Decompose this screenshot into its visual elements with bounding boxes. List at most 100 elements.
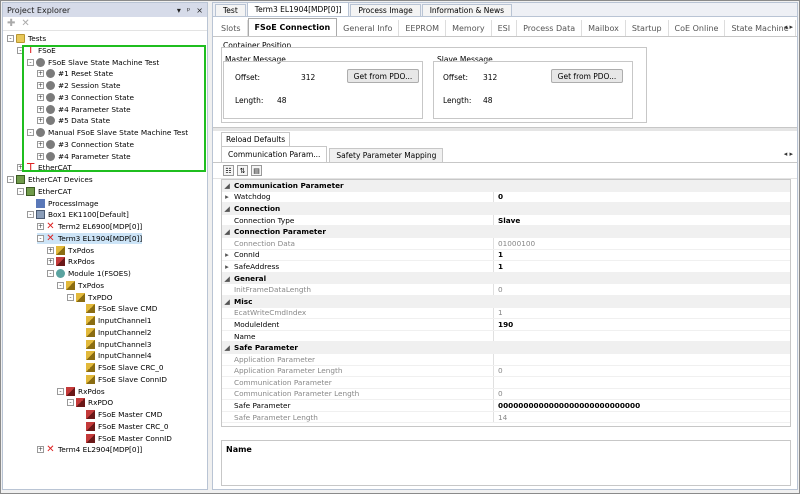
tree-node[interactable]: - TxPDO	[67, 292, 113, 303]
dropdown-icon[interactable]: ▾	[177, 6, 181, 15]
tab-slots[interactable]: Slots	[215, 20, 248, 36]
reload-defaults-button[interactable]: Reload Defaults	[221, 132, 291, 146]
doc-tab-information-news[interactable]: Information & News	[421, 4, 512, 16]
expand-icon[interactable]: +	[37, 223, 44, 230]
property-row[interactable]: ▸ Watchdog 0	[222, 191, 790, 204]
property-row[interactable]: Safe Parameter Length 14	[222, 411, 790, 424]
property-row[interactable]: ▸ ConnId 1	[222, 249, 790, 262]
property-category[interactable]: ◢ Connection Parameter	[222, 226, 790, 238]
tree-node[interactable]: FSoE Master CRC_0	[77, 421, 169, 432]
property-row[interactable]: Connection Data 01000100	[222, 237, 790, 250]
tab-scroll-arrows-icon[interactable]: ◂ ▸	[784, 23, 793, 31]
tree-node[interactable]: InputChannel2	[77, 327, 152, 338]
category-collapse-icon[interactable]: ◢	[222, 274, 232, 283]
property-value[interactable]: 14	[494, 413, 790, 422]
tree-node[interactable]: + RxPdos	[47, 256, 95, 267]
tree-node[interactable]: FSoE Slave ConnID	[77, 374, 167, 385]
tree-node[interactable]: + ✕ Term4 EL2904[MDP[0]]	[37, 444, 142, 455]
collapse-icon[interactable]: -	[47, 270, 54, 277]
expand-icon[interactable]: +	[37, 446, 44, 454]
collapse-icon[interactable]: -	[67, 399, 74, 407]
tree-node[interactable]: FSoE Master ConnID	[77, 433, 172, 444]
property-value[interactable]: 0	[494, 285, 790, 294]
property-row[interactable]: Application Parameter	[222, 353, 790, 366]
property-category[interactable]: ◢ Misc	[222, 295, 790, 308]
tab-mailbox[interactable]: Mailbox	[582, 20, 626, 36]
property-row[interactable]: ModuleIdent 190	[222, 319, 790, 331]
master-get-from-pdo-button[interactable]: Get from PDO...	[347, 69, 419, 83]
tab-coe-online[interactable]: CoE Online	[669, 20, 726, 36]
property-value[interactable]: 1	[494, 262, 790, 271]
property-row[interactable]: InitFrameDataLength 0	[222, 284, 790, 296]
tree-node[interactable]: - ✕ Term3 EL1904[MDP[0]]	[37, 232, 143, 244]
slave-get-from-pdo-button[interactable]: Get from PDO...	[551, 69, 623, 83]
tree-node[interactable]: - EtherCAT	[17, 186, 72, 197]
property-row[interactable]: Communication Parameter	[222, 377, 790, 389]
collapse-icon[interactable]: -	[7, 176, 14, 183]
row-expand-icon[interactable]: ▸	[222, 250, 232, 259]
property-category[interactable]: ◢ Communication Parameter	[222, 180, 790, 192]
tab-memory[interactable]: Memory	[446, 20, 492, 36]
tab-safety-parameter-mapping[interactable]: Safety Parameter Mapping	[329, 148, 444, 162]
tree-node[interactable]: - RxPdos	[57, 386, 105, 397]
property-category[interactable]: ◢ Connection	[222, 203, 790, 215]
tree-node[interactable]: FSoE Master CMD	[77, 409, 162, 420]
property-row[interactable]: ▸ SafeAddress 1	[222, 261, 790, 273]
tree-node[interactable]: FSoE Slave CRC_0	[77, 362, 164, 373]
property-category[interactable]: ◢ Safe Parameter	[222, 342, 790, 354]
tab-process-data[interactable]: Process Data	[517, 20, 583, 36]
property-row[interactable]: EcatWriteCmdIndex 1	[222, 307, 790, 320]
property-value[interactable]: 190	[494, 320, 790, 329]
tree-node[interactable]: InputChannel3	[77, 339, 152, 350]
row-expand-icon[interactable]: ▸	[222, 262, 232, 271]
property-pages-icon[interactable]: ▤	[251, 165, 262, 176]
tab-general-info[interactable]: General Info	[337, 20, 400, 36]
property-row[interactable]: Name	[222, 330, 790, 343]
tree-node[interactable]: - Tests	[7, 33, 46, 44]
param-tab-arrows-icon[interactable]: ◂ ▸	[784, 150, 793, 158]
category-collapse-icon[interactable]: ◢	[222, 343, 232, 352]
property-value[interactable]: 0000000000000000000000000000	[494, 401, 790, 410]
property-row[interactable]: Connection Type Slave	[222, 214, 790, 227]
tree-node[interactable]: - RxPDO	[67, 397, 113, 408]
tree-node[interactable]: + ✕ Term2 EL6900[MDP[0]]	[37, 221, 142, 232]
doc-tab-process-image[interactable]: Process Image	[350, 4, 421, 16]
property-row[interactable]: Communication Parameter Length 0	[222, 388, 790, 401]
tab-eeprom[interactable]: EEPROM	[399, 20, 447, 36]
tree-node[interactable]: - Box1 EK1100[Default]	[27, 209, 129, 220]
collapse-icon[interactable]: -	[37, 234, 44, 242]
collapse-icon[interactable]: -	[57, 281, 64, 289]
category-collapse-icon[interactable]: ◢	[222, 204, 232, 213]
tree-node[interactable]: FSoE Slave CMD	[77, 303, 157, 314]
categorized-icon[interactable]: ☷	[223, 165, 234, 176]
doc-tab-term3[interactable]: Term3 EL1904[MDP[0]]	[246, 2, 350, 16]
category-collapse-icon[interactable]: ◢	[222, 297, 232, 306]
close-icon[interactable]: ×	[196, 6, 203, 15]
alphabetical-icon[interactable]: ⇅	[237, 165, 248, 176]
add-icon[interactable]: ✚	[7, 18, 15, 29]
property-row[interactable]: Safe Parameter 00000000000000000000000000…	[222, 400, 790, 412]
property-value[interactable]: 1	[494, 308, 790, 317]
collapse-icon[interactable]: -	[57, 387, 64, 395]
tab-esi[interactable]: ESI	[492, 20, 518, 36]
tab-startup[interactable]: Startup	[626, 20, 669, 36]
property-row[interactable]: Application Parameter Length 0	[222, 365, 790, 378]
expand-icon[interactable]: +	[47, 258, 54, 266]
tree-node[interactable]: InputChannel4	[77, 350, 152, 361]
row-expand-icon[interactable]: ▸	[222, 192, 232, 201]
property-value[interactable]: 0	[494, 192, 790, 201]
collapse-icon[interactable]: -	[67, 293, 74, 301]
collapse-icon[interactable]: -	[7, 35, 14, 42]
property-category[interactable]: ◢ General	[222, 272, 790, 285]
tree-node[interactable]: - Module 1(FSOES)	[47, 268, 131, 279]
collapse-icon[interactable]: -	[17, 187, 24, 195]
property-value[interactable]: 01000100	[494, 239, 790, 248]
tree-node[interactable]: - EtherCAT Devices	[7, 174, 93, 185]
tree-node[interactable]: InputChannel1	[77, 315, 152, 326]
property-value[interactable]: Slave	[494, 216, 790, 225]
expand-icon[interactable]: +	[47, 246, 54, 254]
property-value[interactable]: 0	[494, 366, 790, 375]
remove-icon[interactable]: ✕	[21, 18, 29, 29]
doc-tab-test[interactable]: Test	[215, 4, 246, 16]
category-collapse-icon[interactable]: ◢	[222, 227, 232, 236]
